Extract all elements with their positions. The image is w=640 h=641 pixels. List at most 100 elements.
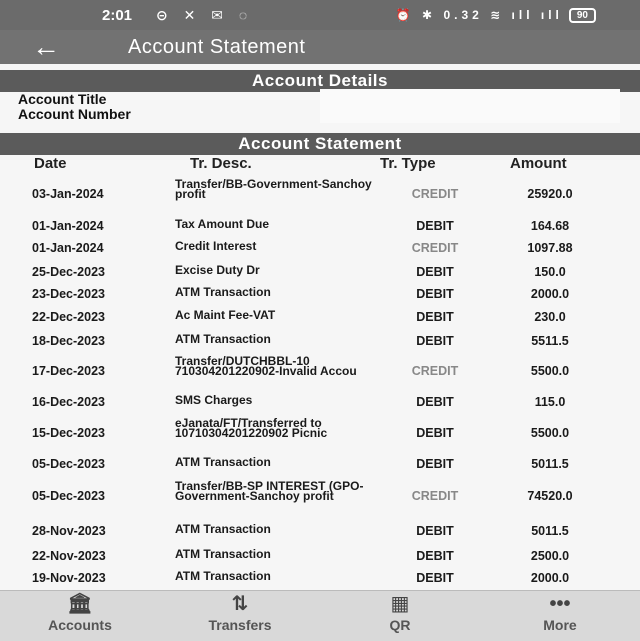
column-amount: Amount bbox=[510, 155, 567, 172]
transaction-date: 19-Nov-2023 bbox=[32, 571, 106, 585]
table-row[interactable]: 16-Dec-2023 SMS Charges DEBIT 115.0 bbox=[0, 392, 640, 412]
column-type: Tr. Type bbox=[380, 155, 436, 172]
nav-qr[interactable]: ▦ QR bbox=[340, 591, 460, 633]
table-row[interactable]: 05-Dec-2023 Transfer/BB-SP INTEREST (GPO-… bbox=[0, 476, 640, 516]
table-row[interactable]: 18-Dec-2023 ATM Transaction DEBIT 5511.5 bbox=[0, 331, 640, 351]
table-row[interactable]: 22-Dec-2023 Ac Maint Fee-VAT DEBIT 230.0 bbox=[0, 307, 640, 327]
transaction-amount: 230.0 bbox=[534, 310, 566, 324]
nav-more-label: More bbox=[543, 617, 577, 633]
account-title-label: Account Title bbox=[18, 91, 107, 107]
transaction-description: eJanata/FT/Transferred to 10710304201220… bbox=[175, 416, 328, 440]
transaction-description: ATM Transaction bbox=[175, 332, 271, 346]
transaction-description: Tax Amount Due bbox=[175, 217, 270, 231]
transaction-amount: 5500.0 bbox=[530, 364, 570, 378]
table-row[interactable]: 23-Dec-2023 ATM Transaction DEBIT 2000.0 bbox=[0, 284, 640, 304]
transaction-date: 17-Dec-2023 bbox=[32, 364, 105, 378]
page-title: Account Statement bbox=[128, 35, 306, 58]
transaction-description: ATM Transaction bbox=[175, 569, 271, 583]
column-description: Tr. Desc. bbox=[190, 155, 252, 172]
bottom-navigation: 🏛 Accounts ⇅ Transfers ▦ QR ••• More bbox=[0, 590, 640, 641]
transaction-type: CREDIT bbox=[411, 489, 459, 503]
transaction-date: 22-Dec-2023 bbox=[32, 310, 105, 324]
transaction-type: CREDIT bbox=[411, 241, 459, 255]
transaction-amount: 5511.5 bbox=[531, 334, 569, 348]
transaction-amount: 164.68 bbox=[530, 219, 570, 233]
table-row[interactable]: 25-Dec-2023 Excise Duty Dr DEBIT 150.0 bbox=[0, 262, 640, 282]
transaction-date: 28-Nov-2023 bbox=[32, 524, 106, 538]
transaction-type: DEBIT bbox=[416, 265, 454, 279]
transaction-description: Transfer/DUTCHBBL-10 710304201220902-Inv… bbox=[175, 354, 357, 378]
table-row[interactable]: 17-Dec-2023 Transfer/DUTCHBBL-10 71030420… bbox=[0, 354, 640, 388]
transaction-date: 01-Jan-2024 bbox=[32, 241, 104, 255]
transaction-description: SMS Charges bbox=[175, 393, 253, 407]
transaction-type: DEBIT bbox=[416, 571, 454, 585]
table-row[interactable]: 28-Nov-2023 ATM Transaction DEBIT 5011.5 bbox=[0, 521, 640, 541]
transaction-type: DEBIT bbox=[416, 426, 454, 440]
transaction-description: Transfer/BB-Government-Sanchoy profit bbox=[175, 177, 372, 201]
status-time: 2:01 bbox=[102, 6, 133, 24]
transaction-amount: 5011.5 bbox=[531, 524, 569, 538]
transaction-date: 22-Nov-2023 bbox=[32, 549, 106, 563]
transaction-amount: 2000.0 bbox=[530, 571, 570, 585]
status-bar: 2:01 ⊝ ✕ ✉ ◌ ⏰ ✱ 0.32 ≋ ıll ıll 90 bbox=[0, 0, 640, 30]
transaction-type: DEBIT bbox=[416, 287, 454, 301]
nav-more[interactable]: ••• More bbox=[500, 591, 620, 633]
transaction-amount: 1097.88 bbox=[527, 241, 573, 255]
transaction-type: DEBIT bbox=[416, 219, 454, 233]
transaction-description: Credit Interest bbox=[175, 239, 257, 253]
table-row[interactable]: 15-Dec-2023 eJanata/FT/Transferred to 107… bbox=[0, 416, 640, 450]
transaction-date: 18-Dec-2023 bbox=[32, 334, 105, 348]
notification-icons: ⊝ ✕ ✉ ◌ bbox=[156, 6, 254, 23]
transaction-type: DEBIT bbox=[416, 524, 454, 538]
transaction-type: DEBIT bbox=[416, 334, 454, 348]
transaction-type: CREDIT bbox=[411, 364, 459, 378]
statement-table-header: Date Tr. Desc. Tr. Type Amount bbox=[0, 155, 640, 173]
transaction-amount: 25920.0 bbox=[527, 187, 573, 201]
transaction-description: Ac Maint Fee-VAT bbox=[175, 308, 276, 322]
statement-table-body[interactable]: 03-Jan-2024 Transfer/BB-Government-Sancho… bbox=[0, 176, 640, 588]
transaction-date: 16-Dec-2023 bbox=[32, 395, 105, 409]
transaction-description: ATM Transaction bbox=[175, 547, 271, 561]
arrow-left-icon[interactable]: ← bbox=[32, 30, 72, 64]
table-row[interactable]: 03-Jan-2024 Transfer/BB-Government-Sancho… bbox=[0, 176, 640, 212]
nav-qr-label: QR bbox=[389, 617, 411, 633]
transaction-description: Excise Duty Dr bbox=[175, 263, 260, 277]
transaction-description: ATM Transaction bbox=[175, 285, 271, 299]
transaction-date: 03-Jan-2024 bbox=[32, 187, 104, 201]
system-icons: ⏰ ✱ 0.32 ≋ ıll ıll 90 bbox=[395, 7, 596, 23]
column-date: Date bbox=[34, 155, 67, 172]
transaction-date: 05-Dec-2023 bbox=[32, 457, 105, 471]
account-number-label: Account Number bbox=[18, 106, 131, 122]
transaction-date: 15-Dec-2023 bbox=[32, 426, 105, 440]
table-row[interactable]: 01-Jan-2024 Credit Interest CREDIT 1097.88 bbox=[0, 238, 640, 258]
transaction-amount: 150.0 bbox=[534, 265, 566, 279]
transaction-description: ATM Transaction bbox=[175, 455, 271, 469]
transaction-type: CREDIT bbox=[411, 187, 459, 201]
transaction-amount: 2000.0 bbox=[530, 287, 570, 301]
signal-icons: ⏰ ✱ 0.32 ≋ ıll ıll bbox=[395, 8, 563, 22]
transaction-description: ATM Transaction bbox=[175, 522, 271, 536]
nav-transfers[interactable]: ⇅ Transfers bbox=[180, 591, 300, 633]
more-dots-icon: ••• bbox=[549, 593, 571, 615]
account-statement-header: Account Statement bbox=[0, 133, 640, 155]
nav-transfers-label: Transfers bbox=[208, 617, 272, 633]
bank-icon: 🏛 bbox=[67, 593, 93, 615]
transaction-amount: 5500.0 bbox=[530, 426, 570, 440]
table-row[interactable]: 01-Jan-2024 Tax Amount Due DEBIT 164.68 bbox=[0, 216, 640, 236]
table-row[interactable]: 22-Nov-2023 ATM Transaction DEBIT 2500.0 bbox=[0, 546, 640, 566]
transaction-type: DEBIT bbox=[416, 457, 454, 471]
table-row[interactable]: 05-Dec-2023 ATM Transaction DEBIT 5011.5 bbox=[0, 454, 640, 474]
transaction-date: 01-Jan-2024 bbox=[32, 219, 104, 233]
transaction-date: 23-Dec-2023 bbox=[32, 287, 105, 301]
transaction-type: DEBIT bbox=[416, 395, 454, 409]
nav-accounts[interactable]: 🏛 Accounts bbox=[20, 591, 140, 633]
account-details-values bbox=[320, 89, 620, 123]
transfer-arrows-icon: ⇅ bbox=[231, 593, 249, 615]
qr-code-icon: ▦ bbox=[390, 593, 410, 615]
transaction-amount: 2500.0 bbox=[530, 549, 570, 563]
transaction-amount: 74520.0 bbox=[527, 489, 573, 503]
transaction-amount: 115.0 bbox=[534, 395, 566, 409]
transaction-amount: 5011.5 bbox=[531, 457, 569, 471]
table-row[interactable]: 19-Nov-2023 ATM Transaction DEBIT 2000.0 bbox=[0, 568, 640, 588]
transaction-date: 05-Dec-2023 bbox=[32, 489, 105, 503]
